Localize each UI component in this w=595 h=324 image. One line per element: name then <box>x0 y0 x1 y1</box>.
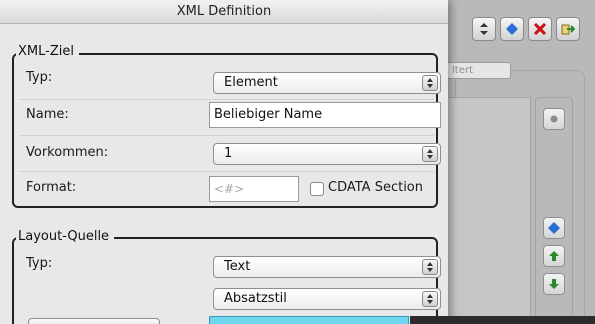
format-field[interactable]: <#> <box>209 176 299 202</box>
delete-icon[interactable] <box>528 17 552 41</box>
name-field[interactable]: Beliebiger Name <box>209 102 441 128</box>
add-icon[interactable] <box>500 17 524 41</box>
dark-strip <box>410 316 595 324</box>
absatzstil-select-value: Absatzstil <box>224 291 287 306</box>
xml-ziel-group-label: XML-Ziel <box>16 44 79 60</box>
cdata-label: CDATA Section <box>328 180 423 195</box>
layout-typ-select[interactable]: Text <box>213 256 441 278</box>
vorkommen-label: Vorkommen: <box>26 145 109 160</box>
stepper-icon <box>422 259 438 275</box>
background-toolbar <box>455 17 590 43</box>
stepper-icon[interactable] <box>472 17 496 41</box>
typ-select[interactable]: Element <box>213 72 441 94</box>
add-icon[interactable] <box>543 217 565 239</box>
format-label: Format: <box>26 180 77 195</box>
export-icon[interactable] <box>556 17 580 41</box>
divider <box>20 99 434 100</box>
vorkommen-select[interactable]: 1 <box>213 143 441 165</box>
layout-quelle-group-label: Layout-Quelle <box>16 229 115 245</box>
selected-list-row[interactable] <box>209 316 409 324</box>
cdata-checkbox[interactable] <box>310 182 324 196</box>
layout-typ-label: Typ: <box>26 256 53 271</box>
dot-icon[interactable] <box>543 108 565 130</box>
vorkommen-select-value: 1 <box>224 146 233 161</box>
layout-typ-select-value: Text <box>224 259 251 274</box>
divider <box>20 171 434 172</box>
stepper-icon <box>422 291 438 307</box>
layout-quelle-group <box>12 237 438 324</box>
arrow-up-icon[interactable] <box>543 245 565 267</box>
absatzstil-select[interactable]: Absatzstil <box>213 288 441 310</box>
partial-button[interactable] <box>28 318 160 324</box>
arrow-down-icon[interactable] <box>543 273 565 295</box>
typ-label: Typ: <box>26 70 53 85</box>
typ-select-value: Element <box>224 75 278 90</box>
background-tab[interactable]: ltert <box>441 62 511 79</box>
background-list[interactable] <box>441 97 531 324</box>
divider <box>20 135 434 136</box>
xml-definition-dialog: XML Definition XML-Ziel Typ: Element Nam… <box>0 0 448 324</box>
name-label: Name: <box>26 107 69 122</box>
dialog-title: XML Definition <box>0 0 448 24</box>
stepper-icon <box>422 146 438 162</box>
stepper-icon <box>422 75 438 91</box>
